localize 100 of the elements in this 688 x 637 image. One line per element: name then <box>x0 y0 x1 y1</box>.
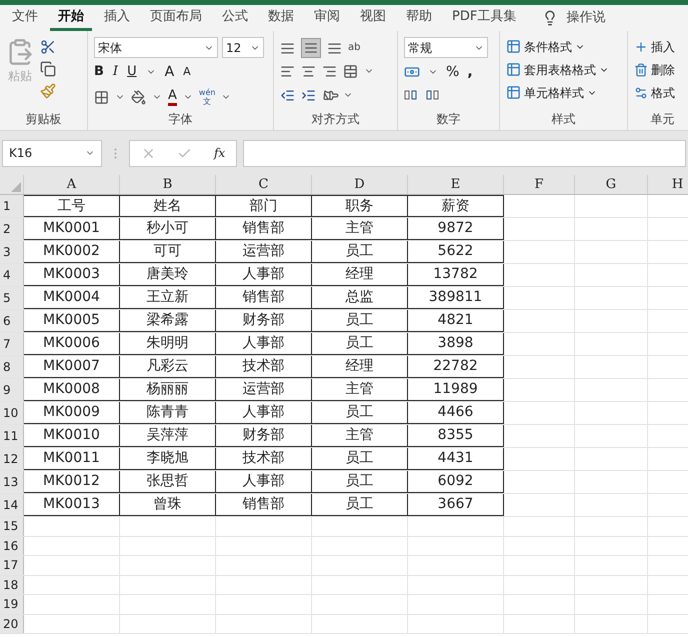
cut-icon[interactable] <box>40 39 56 55</box>
table-cell-text: 总监 <box>346 288 374 307</box>
table-cell-text: 3667 <box>438 495 474 514</box>
table-cell-text: 人事部 <box>242 472 284 491</box>
percent-button[interactable]: % <box>446 62 460 82</box>
table-cell-text: 员工 <box>346 403 374 422</box>
styles-menu-button[interactable]: 套用表格格式 <box>506 60 621 79</box>
table-cell-text: 13782 <box>433 265 478 284</box>
align-right-icon[interactable] <box>322 64 337 78</box>
group-label: 样式 <box>552 111 576 128</box>
table-cell-text: 经理 <box>346 265 374 284</box>
decrease-indent-icon[interactable] <box>280 88 295 102</box>
table-cell-text: 财务部 <box>242 426 284 445</box>
table-cell-text: MK0003 <box>43 265 100 284</box>
column-header[interactable]: H <box>672 175 684 194</box>
table-cell-text: MK0006 <box>43 334 100 353</box>
ribbon-tab[interactable]: 页面布局 <box>142 5 210 31</box>
comma-button[interactable]: , <box>467 62 473 82</box>
shrink-font-button[interactable]: A <box>183 64 191 80</box>
styles-menu-button[interactable]: 单元格样式 <box>506 83 621 102</box>
ribbon-tab[interactable]: 文件 <box>4 5 46 31</box>
insert-function-button[interactable]: fx <box>214 144 226 162</box>
table-icon <box>506 62 521 77</box>
column-header[interactable]: B <box>162 175 172 194</box>
phonetic-guide-button[interactable]: wén 文 <box>198 88 216 106</box>
table-cell-text: 5622 <box>438 242 474 261</box>
drag-handle-icon[interactable] <box>114 148 117 158</box>
italic-button[interactable]: I <box>112 62 118 82</box>
table-cell-text: 杨丽丽 <box>146 380 188 399</box>
column-header[interactable]: A <box>66 175 76 194</box>
table-cell-text: MK0002 <box>43 242 100 261</box>
table-cell-text: 9872 <box>438 219 474 238</box>
table-cell-text: 姓名 <box>154 196 182 216</box>
table-cell-text: 工号 <box>58 196 86 216</box>
table-cell-text: MK0009 <box>43 403 100 422</box>
table-cell-text: 4821 <box>438 311 474 330</box>
ribbon-tab[interactable]: 插入 <box>96 5 138 31</box>
plus-icon <box>634 40 648 54</box>
table-cell-text: 曾珠 <box>154 495 182 514</box>
group-label: 数字 <box>436 111 460 128</box>
table-cell-text: 6092 <box>438 472 474 491</box>
increase-indent-icon[interactable] <box>301 88 316 102</box>
table-cell-text: 主管 <box>346 426 374 445</box>
middle-align-icon[interactable] <box>301 38 321 58</box>
ribbon-tab[interactable]: 审阅 <box>306 5 348 31</box>
table-cell-text: 销售部 <box>242 495 284 514</box>
table-cell-text: 销售部 <box>242 288 284 307</box>
align-left-icon[interactable] <box>280 64 295 78</box>
table-cell-text: 3898 <box>438 334 474 353</box>
tell-me-search[interactable]: 操作说 <box>566 8 606 28</box>
table-cell-text: 389811 <box>428 288 482 307</box>
table-cell-text: 薪资 <box>442 196 470 216</box>
table-cell-text: 主管 <box>346 219 374 238</box>
bold-button[interactable]: B <box>94 62 104 82</box>
font-color-button[interactable]: A <box>168 88 177 106</box>
ribbon-tab[interactable]: 数据 <box>260 5 302 31</box>
cells-menu-button[interactable]: 插入 <box>634 37 688 56</box>
copy-icon[interactable] <box>40 61 56 77</box>
table-cell-text: 技术部 <box>242 449 284 468</box>
font-size-field[interactable]: 12 <box>222 37 264 58</box>
column-header[interactable]: E <box>450 175 460 194</box>
name-box[interactable]: K16 <box>2 140 102 166</box>
top-align-icon[interactable] <box>280 40 295 56</box>
align-center-icon[interactable] <box>301 64 316 78</box>
column-header[interactable]: D <box>354 175 365 194</box>
number-format-field[interactable]: 常规 <box>404 37 488 58</box>
font-name-field[interactable]: 宋体 <box>94 37 218 58</box>
table-cell-text: 人事部 <box>242 334 284 353</box>
column-header[interactable]: G <box>606 175 616 194</box>
fill-color-icon[interactable] <box>131 90 146 104</box>
table-cell-text: 4466 <box>438 403 474 422</box>
formula-input-field[interactable] <box>243 140 686 166</box>
table-icon <box>506 85 521 100</box>
table-cell-text: 王立新 <box>146 288 188 307</box>
underline-button[interactable]: U <box>127 62 137 82</box>
format-painter-icon[interactable] <box>40 83 56 99</box>
table-cell-text: 财务部 <box>242 311 284 330</box>
grow-font-button[interactable]: A <box>164 62 174 82</box>
bottom-align-icon[interactable] <box>327 40 342 56</box>
table-cell-text: 凡彩云 <box>146 357 188 376</box>
merge-cells-icon[interactable] <box>343 64 358 78</box>
borders-icon[interactable] <box>94 90 109 104</box>
table-cell-text: 员工 <box>346 242 374 261</box>
table-cell-text: 秒小可 <box>146 219 188 238</box>
ribbon-tab[interactable]: 视图 <box>352 5 394 31</box>
table-cell-text: 员工 <box>346 334 374 353</box>
table-cell-text: 主管 <box>346 380 374 399</box>
wrap-text-button[interactable]: ab <box>348 43 360 53</box>
table-cell-text: 李晓旭 <box>146 449 188 468</box>
table-cell-text: 吴萍萍 <box>146 426 188 445</box>
column-header[interactable]: F <box>534 175 544 194</box>
group-label: 单元 <box>650 111 674 128</box>
ribbon-tab[interactable]: PDF工具集 <box>444 5 524 31</box>
cells-menu-button[interactable]: 删除 <box>634 60 688 79</box>
styles-menu-button[interactable]: 条件格式 <box>506 37 621 56</box>
ribbon-tab[interactable]: 公式 <box>214 5 256 31</box>
ribbon-tab[interactable]: 帮助 <box>398 5 440 31</box>
cells-menu-button[interactable]: 格式 <box>634 83 688 102</box>
column-header[interactable]: C <box>258 175 268 194</box>
trash-icon <box>634 62 648 76</box>
